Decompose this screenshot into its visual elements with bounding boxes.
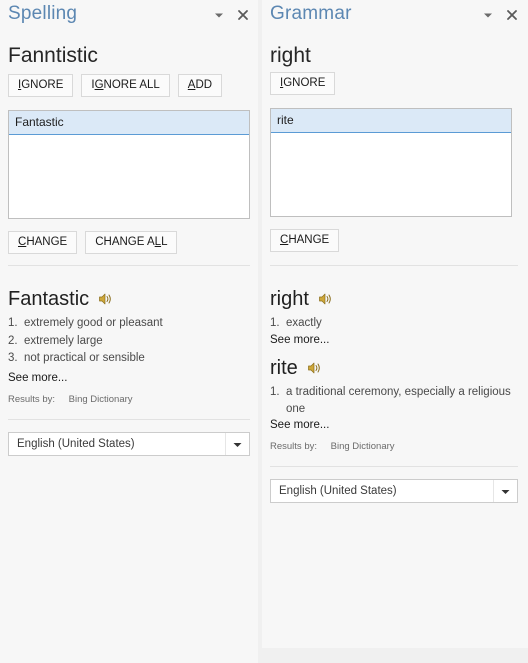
- spelling-action-buttons: IGNORE IGNORE ALL ADD: [8, 74, 223, 98]
- add-button[interactable]: ADD: [177, 74, 223, 98]
- spelling-pane-title: Spelling: [8, 3, 78, 24]
- grammar-headword: right: [270, 44, 311, 67]
- grammar-change-buttons: CHANGE: [270, 229, 340, 253]
- sense-number: 1.: [270, 317, 280, 329]
- results-by-label: Results by:: [8, 394, 55, 405]
- definition-sense: 1. extremely good or pleasant: [8, 315, 246, 332]
- spelling-results-by: Results by: Bing Dictionary: [8, 394, 133, 405]
- spelling-suggestions-list[interactable]: Fantastic: [8, 110, 250, 219]
- close-icon[interactable]: [236, 8, 250, 22]
- language-value: English (United States): [17, 438, 135, 450]
- spelling-language-select[interactable]: English (United States): [8, 432, 250, 456]
- definition-word: right: [270, 288, 309, 310]
- sense-text: not practical or sensible: [24, 352, 145, 365]
- definition-sense: 1. exactly: [270, 315, 514, 332]
- chevron-down-icon[interactable]: [225, 433, 249, 455]
- grammar-divider-bottom: [270, 466, 518, 467]
- language-value: English (United States): [279, 485, 397, 497]
- see-more-link[interactable]: See more...: [270, 419, 329, 431]
- grammar-results-by: Results by: Bing Dictionary: [270, 441, 395, 452]
- change-button[interactable]: CHANGE: [270, 229, 340, 253]
- sense-number: 1.: [270, 386, 280, 398]
- sense-text: exactly: [286, 317, 322, 329]
- definition-word: rite: [270, 357, 298, 379]
- change-button[interactable]: CHANGE: [8, 231, 78, 255]
- sense-text: extremely good or pleasant: [24, 317, 163, 329]
- grammar-divider: [270, 265, 518, 266]
- sense-number: 2.: [8, 334, 18, 347]
- sense-number: 3.: [8, 352, 18, 365]
- ignore-button[interactable]: IGNORE: [8, 74, 74, 98]
- close-icon[interactable]: [505, 8, 519, 22]
- grammar-title-controls: [481, 8, 519, 22]
- suggestion-item[interactable]: rite: [271, 109, 511, 133]
- definition-sense: 3. not practical or sensible: [8, 350, 246, 367]
- grammar-definition-header-2: rite: [270, 358, 322, 378]
- spelling-grammar-task-panes: Spelling Fanntistic IGNORE IGNORE ALL AD…: [0, 0, 528, 663]
- results-by-source: Bing Dictionary: [330, 441, 395, 452]
- spelling-definition-list: 1. extremely good or pleasant 2. extremely…: [8, 315, 246, 368]
- grammar-language-select[interactable]: English (United States): [270, 479, 518, 503]
- results-by-source: Bing Dictionary: [68, 394, 133, 405]
- sense-text: a traditional ceremony, especially a rel…: [286, 386, 511, 415]
- grammar-definition-list-2: 1. a traditional ceremony, especially a r…: [270, 384, 516, 418]
- spelling-definition-header: Fantastic: [8, 289, 113, 309]
- grammar-action-buttons: IGNORE: [270, 72, 336, 96]
- definition-sense: 2. extremely large: [8, 333, 246, 350]
- sense-text: extremely large: [24, 334, 103, 347]
- suggestion-item[interactable]: Fantastic: [9, 111, 249, 135]
- results-by-label: Results by:: [270, 441, 317, 452]
- grammar-definition-header-1: right: [270, 289, 333, 309]
- ignore-button[interactable]: IGNORE: [270, 72, 336, 96]
- spelling-divider: [8, 265, 250, 266]
- chevron-down-icon[interactable]: [493, 480, 517, 502]
- grammar-pane: Grammar right IGNORE rite CHANGE right 1…: [262, 0, 528, 648]
- spelling-titlebar: Spelling: [0, 0, 258, 32]
- spelling-change-buttons: CHANGE CHANGE ALL: [8, 231, 178, 255]
- spelling-title-controls: [212, 8, 250, 22]
- spelling-headword: Fanntistic: [8, 44, 98, 67]
- grammar-titlebar: Grammar: [262, 0, 528, 32]
- grammar-definition-list-1: 1. exactly: [270, 315, 514, 333]
- sense-number: 1.: [8, 317, 18, 329]
- speaker-icon[interactable]: [318, 292, 333, 306]
- see-more-link[interactable]: See more...: [8, 372, 67, 384]
- spelling-pane: Spelling Fanntistic IGNORE IGNORE ALL AD…: [0, 0, 258, 663]
- grammar-suggestions-list[interactable]: rite: [270, 108, 512, 217]
- speaker-icon[interactable]: [98, 292, 113, 306]
- speaker-icon[interactable]: [307, 361, 322, 375]
- ignore-all-button[interactable]: IGNORE ALL: [81, 74, 170, 98]
- see-more-link[interactable]: See more...: [270, 334, 329, 346]
- grammar-pane-title: Grammar: [270, 3, 352, 24]
- spelling-divider-bottom: [8, 419, 250, 420]
- chevron-down-icon[interactable]: [212, 8, 226, 22]
- definition-sense: 1. a traditional ceremony, especially a r…: [270, 384, 516, 417]
- definition-word: Fantastic: [8, 288, 90, 310]
- change-all-button[interactable]: CHANGE ALL: [85, 231, 178, 255]
- chevron-down-icon[interactable]: [481, 8, 495, 22]
